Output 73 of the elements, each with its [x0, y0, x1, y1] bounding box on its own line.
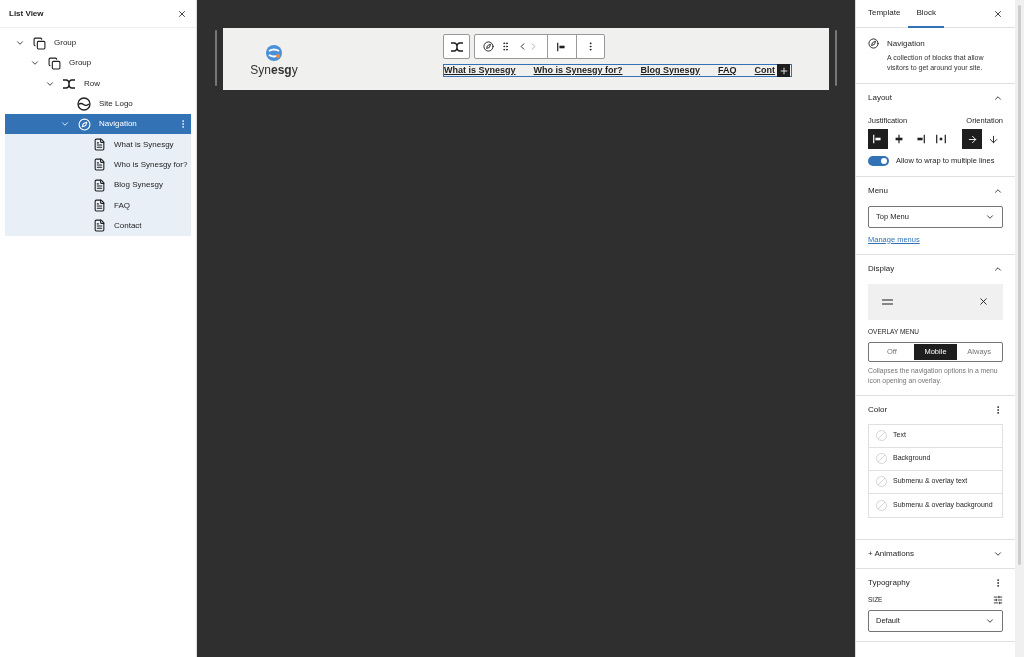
- page-icon: [92, 138, 106, 152]
- item-label: What is Synesgy: [114, 138, 174, 151]
- page-icon: [92, 178, 106, 192]
- item-label: Blog Synesgy: [114, 179, 163, 192]
- arrow-right-icon: [966, 133, 978, 145]
- row-icon: [449, 41, 464, 52]
- item-label: Contact: [114, 219, 142, 232]
- justify-center-icon: [893, 133, 905, 146]
- nav-link[interactable]: Blog Synesgy: [640, 63, 701, 78]
- no-color-icon: [876, 499, 887, 511]
- tree-item[interactable]: Row: [5, 73, 191, 94]
- section-title[interactable]: Typography: [868, 577, 910, 588]
- nav-link[interactable]: FAQ: [718, 63, 737, 78]
- logo-text: Synesgy: [250, 62, 298, 79]
- tree-item[interactable]: Navigation: [5, 114, 191, 135]
- item-label: Who is Synesgy for?: [114, 158, 188, 171]
- section-title[interactable]: Display: [868, 263, 895, 274]
- section-title[interactable]: Layout: [868, 93, 893, 103]
- compass-icon[interactable]: [483, 41, 494, 52]
- tree-item[interactable]: Who is Synesgy for?: [5, 154, 191, 176]
- row-icon: [62, 78, 76, 89]
- arrow-down-icon: [987, 133, 999, 145]
- compass-icon: [77, 117, 91, 131]
- tree-item[interactable]: FAQ: [5, 195, 191, 216]
- no-color-icon: [876, 476, 887, 487]
- tree-item[interactable]: Blog Synesgy: [5, 175, 191, 196]
- close-icon: [978, 296, 989, 307]
- logo-icon: [77, 97, 91, 112]
- close-icon[interactable]: [993, 8, 1003, 19]
- page-icon: [92, 158, 106, 172]
- page-icon: [92, 219, 106, 233]
- sidebar-tab[interactable]: Template: [860, 0, 909, 28]
- add-block-button[interactable]: [777, 64, 791, 77]
- item-label: Group: [69, 57, 92, 70]
- justify-button[interactable]: [868, 129, 888, 150]
- item-label: Site Logo: [99, 98, 133, 111]
- sliders-icon[interactable]: [993, 594, 1003, 605]
- nav-link[interactable]: What is Synesgy: [444, 63, 516, 78]
- justify-left-icon: [872, 133, 884, 146]
- block-title: Navigation: [887, 38, 926, 50]
- tree-item[interactable]: Group: [5, 53, 191, 74]
- group-icon: [32, 36, 46, 50]
- drag-handle-icon[interactable]: [500, 41, 511, 52]
- tree-item[interactable]: Group: [5, 33, 191, 54]
- item-label: Group: [54, 37, 77, 50]
- wrap-toggle[interactable]: [868, 155, 889, 166]
- justify-right-icon: [914, 133, 926, 146]
- menu-icon: [882, 298, 893, 305]
- item-label: Row: [84, 77, 100, 90]
- no-color-icon: [876, 430, 887, 441]
- tree-item[interactable]: What is Synesgy: [5, 134, 191, 155]
- nav-link[interactable]: Who is Synesgy for?: [533, 63, 623, 78]
- plus-icon: [778, 65, 789, 76]
- section-title[interactable]: + Animations: [868, 548, 915, 559]
- nav-link[interactable]: Cont: [754, 63, 776, 78]
- close-icon[interactable]: [177, 8, 187, 19]
- page-icon: [92, 199, 106, 212]
- panel-title: List View: [9, 7, 44, 20]
- item-label: FAQ: [114, 199, 130, 212]
- section-title[interactable]: Menu: [868, 185, 888, 196]
- sidebar-tab[interactable]: Block: [908, 0, 945, 28]
- justify-space-icon: [935, 133, 947, 146]
- item-label: Navigation: [99, 118, 137, 131]
- justify-left-icon: [556, 40, 568, 53]
- group-icon: [47, 56, 61, 70]
- logo-mark: [266, 45, 282, 61]
- collapse-icon[interactable]: [993, 93, 1003, 103]
- section-title[interactable]: Color: [868, 404, 888, 415]
- tree-item[interactable]: Contact: [5, 215, 191, 236]
- no-color-icon: [876, 453, 887, 464]
- orientation-button[interactable]: [962, 129, 982, 150]
- tree-item[interactable]: Site Logo: [5, 93, 191, 115]
- compass-icon: [868, 38, 879, 49]
